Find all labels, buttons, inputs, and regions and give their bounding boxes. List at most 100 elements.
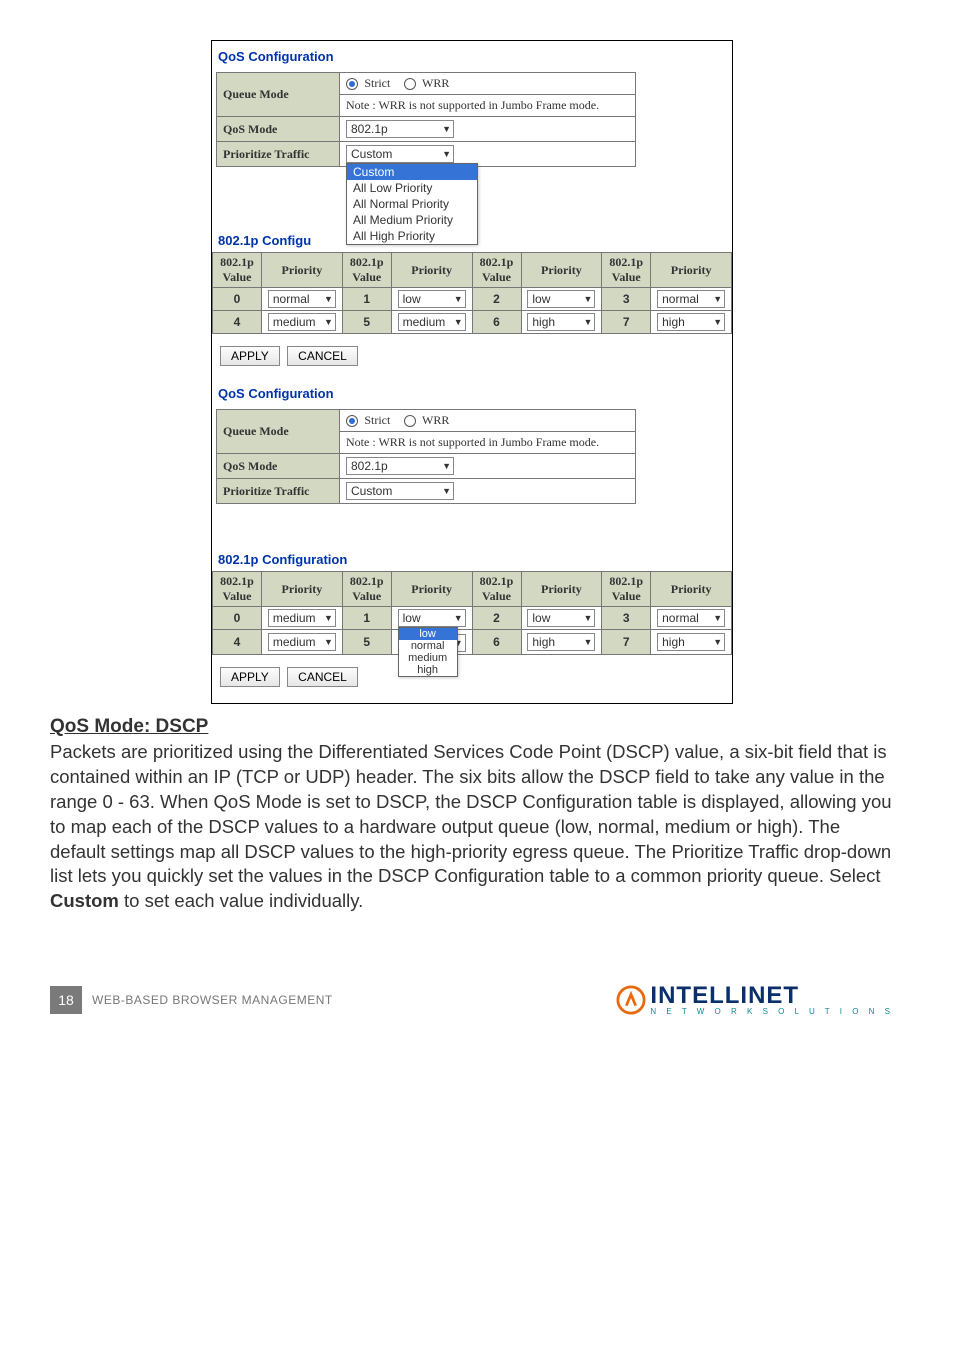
pri-dropdown-panel[interactable]: low normal medium high <box>398 627 458 677</box>
val-4: 4 <box>213 311 262 334</box>
pri2-select-6[interactable]: high▼ <box>527 633 595 651</box>
dd-opt-medium[interactable]: All Medium Priority <box>347 212 477 228</box>
pri-select-5[interactable]: medium▼ <box>398 313 466 331</box>
val-5: 5 <box>342 311 391 334</box>
chevron-down-icon: ▼ <box>324 637 333 647</box>
chevron-down-icon: ▼ <box>713 637 722 647</box>
th-priority: Priority <box>391 253 472 288</box>
page-footer: 18 WEB-BASED BROWSER MANAGEMENT INTELLIN… <box>50 984 894 1016</box>
brand-tagline: N E T W O R K S O L U T I O N S <box>650 1008 894 1016</box>
chevron-down-icon: ▼ <box>583 613 592 623</box>
page-number: 18 <box>50 986 82 1014</box>
pri-select-0[interactable]: normal▼ <box>268 290 336 308</box>
chevron-down-icon: ▼ <box>324 613 333 623</box>
val-6: 6 <box>472 311 521 334</box>
queue-mode-row: Strict WRR <box>340 73 636 95</box>
footer-label: WEB-BASED BROWSER MANAGEMENT <box>92 993 333 1007</box>
prioritize-label-2: Prioritize Traffic <box>217 479 340 504</box>
chevron-down-icon: ▼ <box>454 317 463 327</box>
brand-logo: INTELLINET N E T W O R K S O L U T I O N… <box>616 984 894 1016</box>
pri-select-3[interactable]: normal▼ <box>657 290 725 308</box>
chevron-down-icon: ▼ <box>583 294 592 304</box>
para-1: Packets are prioritized using the Differ… <box>50 741 892 887</box>
pri-select-7[interactable]: high▼ <box>657 313 725 331</box>
prioritize-value: Custom <box>351 147 392 161</box>
custom-bold: Custom <box>50 890 119 911</box>
radio-wrr[interactable] <box>404 78 416 90</box>
cancel-button-1[interactable]: CANCEL <box>287 346 358 366</box>
val-0: 0 <box>213 288 262 311</box>
8021p-section-title-2: 802.1p Configuration <box>212 544 732 571</box>
pri2-select-4[interactable]: medium▼ <box>268 633 336 651</box>
chevron-down-icon: ▼ <box>324 317 333 327</box>
dd-opt-normal[interactable]: All Normal Priority <box>347 196 477 212</box>
opt-high[interactable]: high <box>399 664 457 676</box>
th-value: 802.1p Value <box>342 253 391 288</box>
pri-select-4[interactable]: medium▼ <box>268 313 336 331</box>
queue-mode-row-2: Strict WRR <box>340 410 636 432</box>
pri-select-6[interactable]: high▼ <box>527 313 595 331</box>
qos-config-title-1: QoS Configuration <box>212 41 732 72</box>
queue-mode-label-2: Queue Mode <box>217 410 340 454</box>
opt-low[interactable]: low <box>399 628 457 640</box>
chevron-down-icon: ▼ <box>442 149 451 159</box>
radio-strict[interactable] <box>346 78 358 90</box>
pri2-select-1-open[interactable]: low▼ low normal medium high <box>398 609 466 627</box>
prioritize-select-2[interactable]: Custom ▼ <box>346 482 454 500</box>
strict-label: Strict <box>364 76 390 90</box>
opt-normal[interactable]: normal <box>399 640 457 652</box>
qos-mode-select-2[interactable]: 802.1p ▼ <box>346 457 454 475</box>
pri2-select-0[interactable]: medium▼ <box>268 609 336 627</box>
chevron-down-icon: ▼ <box>442 461 451 471</box>
val-3: 3 <box>602 288 651 311</box>
chevron-down-icon: ▼ <box>713 294 722 304</box>
pri2-select-2[interactable]: low▼ <box>527 609 595 627</box>
chevron-down-icon: ▼ <box>442 486 451 496</box>
th-value: 802.1p Value <box>602 253 651 288</box>
qos-mode-label: QoS Mode <box>217 117 340 142</box>
para-2: to set each value individually. <box>119 890 363 911</box>
qos-screenshot: QoS Configuration Queue Mode Strict WRR … <box>211 40 733 704</box>
wrr-note-2: Note : WRR is not supported in Jumbo Fra… <box>340 432 636 454</box>
val-7: 7 <box>602 311 651 334</box>
qos-mode-label-2: QoS Mode <box>217 454 340 479</box>
dd-opt-low[interactable]: All Low Priority <box>347 180 477 196</box>
pri2-select-3[interactable]: normal▼ <box>657 609 725 627</box>
pri-select-2[interactable]: low▼ <box>527 290 595 308</box>
8021p-table-2: 802.1p ValuePriority 802.1p ValuePriorit… <box>212 571 732 655</box>
queue-mode-label: Queue Mode <box>217 73 340 117</box>
qos-mode-value: 802.1p <box>351 122 388 136</box>
chevron-down-icon: ▼ <box>454 613 463 623</box>
body-text: QoS Mode: DSCP Packets are prioritized u… <box>50 714 894 914</box>
qos-config-title-2: QoS Configuration <box>212 378 732 409</box>
pri2-select-7[interactable]: high▼ <box>657 633 725 651</box>
prioritize-select-open[interactable]: Custom ▼ Custom All Low Priority All Nor… <box>346 145 454 163</box>
prioritize-label: Prioritize Traffic <box>217 142 340 167</box>
pri-select-1[interactable]: low▼ <box>398 290 466 308</box>
opt-medium[interactable]: medium <box>399 652 457 664</box>
cancel-button-2[interactable]: CANCEL <box>287 667 358 687</box>
th-value: 802.1p Value <box>472 253 521 288</box>
logo-icon <box>616 985 646 1015</box>
section-heading: QoS Mode: DSCP <box>50 714 894 740</box>
chevron-down-icon: ▼ <box>583 637 592 647</box>
chevron-down-icon: ▼ <box>713 317 722 327</box>
th-priority: Priority <box>651 253 732 288</box>
chevron-down-icon: ▼ <box>583 317 592 327</box>
apply-button-2[interactable]: APPLY <box>220 667 280 687</box>
th-priority: Priority <box>262 253 343 288</box>
chevron-down-icon: ▼ <box>442 124 451 134</box>
dd-opt-custom[interactable]: Custom <box>347 164 477 180</box>
dd-opt-high[interactable]: All High Priority <box>347 228 477 244</box>
radio-strict-2[interactable] <box>346 415 358 427</box>
chevron-down-icon: ▼ <box>324 294 333 304</box>
val-2: 2 <box>472 288 521 311</box>
prioritize-dropdown-panel[interactable]: Custom All Low Priority All Normal Prior… <box>346 163 478 245</box>
chevron-down-icon: ▼ <box>713 613 722 623</box>
wrr-label: WRR <box>422 76 449 90</box>
val-1: 1 <box>342 288 391 311</box>
radio-wrr-2[interactable] <box>404 415 416 427</box>
apply-button-1[interactable]: APPLY <box>220 346 280 366</box>
brand-name: INTELLINET <box>650 984 894 1008</box>
qos-mode-select[interactable]: 802.1p ▼ <box>346 120 454 138</box>
